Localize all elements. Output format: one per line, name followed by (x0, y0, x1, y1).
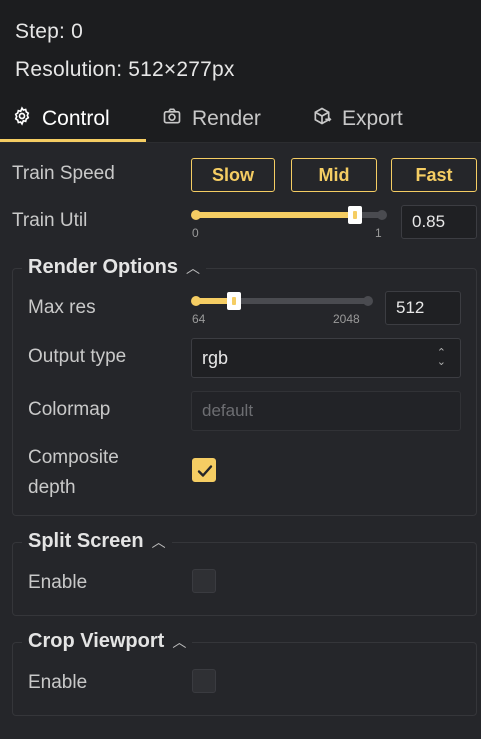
colormap-label: Colormap (28, 399, 111, 420)
output-type-select[interactable]: rgb ⌃ ⌄ (191, 338, 461, 378)
gear-icon (12, 106, 32, 132)
slider-start-dot (191, 296, 201, 306)
tab-control-label: Control (42, 107, 110, 130)
resolution-readout: Resolution: 512×277px (15, 58, 235, 81)
tab-bar: Control Render Export (0, 96, 481, 142)
crop-viewport-header[interactable]: Crop Viewport ︿ (22, 630, 193, 653)
slider-start-dot (191, 210, 201, 220)
tab-export[interactable]: Export (312, 96, 403, 142)
tab-render-label: Render (192, 107, 261, 130)
composite-depth-label-line1: Composite (28, 447, 119, 468)
output-type-value: rgb (202, 347, 229, 368)
crop-viewport-title: Crop Viewport (28, 630, 165, 652)
crop-viewport-enable-label: Enable (28, 672, 88, 693)
colormap-placeholder: default (202, 401, 254, 420)
chevron-up-icon: ︿ (172, 633, 187, 650)
tab-control[interactable]: Control (12, 96, 146, 142)
train-util-max-tick: 1 (375, 226, 382, 240)
slider-end-dot (377, 210, 387, 220)
mid-button[interactable]: Mid (291, 158, 377, 192)
composite-depth-checkbox[interactable] (192, 458, 216, 482)
split-screen-enable-checkbox[interactable] (192, 569, 216, 593)
split-screen-title: Split Screen (28, 530, 144, 552)
select-arrows-icon: ⌃ ⌄ (436, 347, 446, 368)
slider-track (195, 298, 369, 304)
split-screen-enable-label: Enable (28, 572, 88, 593)
tab-render[interactable]: Render (162, 96, 261, 142)
package-export-icon (312, 106, 332, 132)
slow-button[interactable]: Slow (191, 158, 275, 192)
train-speed-label: Train Speed (12, 163, 115, 184)
slider-thumb[interactable] (227, 292, 242, 310)
colormap-input[interactable]: default (191, 391, 461, 431)
render-options-title: Render Options (28, 256, 179, 278)
max-res-input[interactable]: 512 (385, 291, 461, 325)
train-util-min-tick: 0 (192, 226, 199, 240)
split-screen-header[interactable]: Split Screen ︿ (22, 530, 172, 553)
output-type-label: Output type (28, 346, 127, 367)
train-util-label: Train Util (12, 210, 88, 231)
chevron-up-icon: ︿ (186, 259, 201, 276)
crop-viewport-enable-checkbox[interactable] (192, 669, 216, 693)
camera-icon (162, 106, 182, 132)
tab-export-label: Export (342, 107, 403, 130)
train-util-slider[interactable] (191, 204, 387, 228)
max-res-min-tick: 64 (192, 312, 206, 326)
slider-fill (195, 212, 355, 218)
train-util-input[interactable]: 0.85 (401, 205, 477, 239)
fast-button[interactable]: Fast (391, 158, 477, 192)
max-res-label: Max res (28, 297, 96, 318)
max-res-slider[interactable] (191, 290, 373, 314)
composite-depth-label-line2: depth (28, 477, 76, 498)
slider-end-dot (363, 296, 373, 306)
checkmark-icon (197, 465, 213, 477)
chevron-up-icon: ︿ (151, 533, 166, 550)
step-counter: Step: 0 (15, 20, 83, 43)
max-res-max-tick: 2048 (333, 312, 360, 326)
render-options-header[interactable]: Render Options ︿ (22, 256, 207, 279)
slider-thumb[interactable] (347, 206, 362, 224)
